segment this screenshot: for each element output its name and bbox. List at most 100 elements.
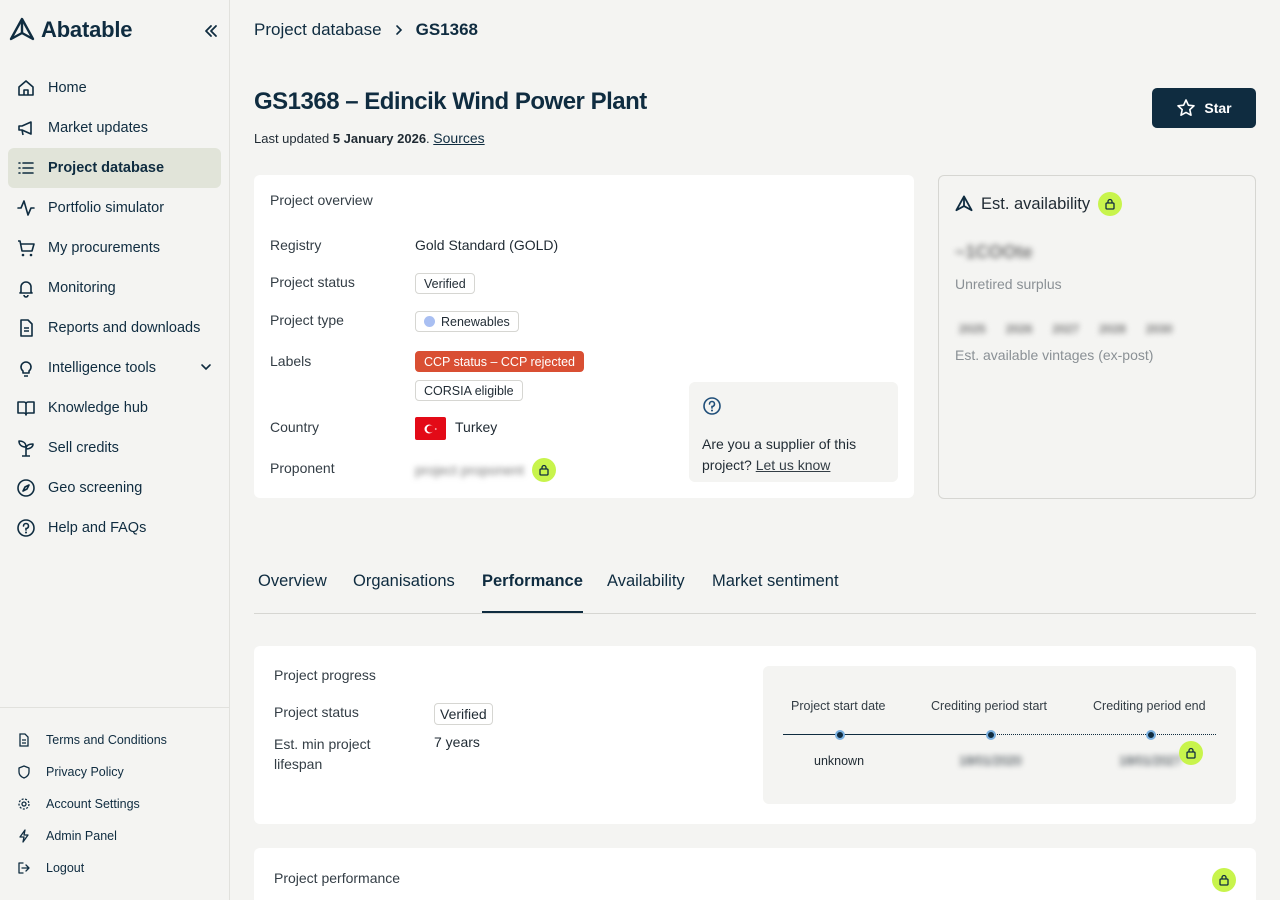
timeline-start-label: Project start date: [791, 699, 886, 713]
nav-item-monitoring[interactable]: Monitoring: [8, 268, 221, 308]
file-icon: [16, 732, 32, 748]
nav-label: My procurements: [48, 240, 161, 256]
tab-bar: Overview Organisations Performance Avail…: [254, 564, 1256, 614]
progress-status-value: Verified: [434, 703, 493, 725]
star-icon: [1176, 98, 1196, 118]
nav-item-intelligence-tools[interactable]: Intelligence tools: [8, 348, 221, 388]
vintages-label: Est. available vintages (ex-post): [955, 347, 1154, 363]
updated-date: 5 January 2026: [332, 131, 427, 146]
overview-title: Project overview: [270, 192, 373, 208]
logo-text: Abatable: [41, 17, 133, 42]
type-tag: Renewables: [415, 311, 519, 332]
book-icon: [16, 398, 36, 418]
availability-header: Est. availability: [955, 192, 1123, 216]
nav-label: Market updates: [48, 120, 148, 136]
logout-icon: [16, 860, 32, 876]
bolt-icon: [16, 828, 32, 844]
timeline-credit-start-label: Crediting period start: [931, 699, 1048, 713]
nav-label: Intelligence tools: [48, 360, 157, 376]
ccp-label: CCP status – CCP rejected: [415, 351, 584, 372]
main-nav: Home Market updates Project database Por…: [8, 68, 221, 548]
registry-label: Registry: [270, 237, 322, 253]
activity-icon: [16, 198, 36, 218]
tab-organisations[interactable]: Organisations: [353, 572, 455, 613]
page-title: GS1368 – Edincik Wind Power Plant: [254, 88, 647, 115]
nav-item-help[interactable]: Help and FAQs: [8, 508, 221, 548]
availability-title: Est. availability: [981, 194, 1091, 213]
collapse-sidebar-button[interactable]: [200, 20, 222, 42]
nav-label: Privacy Policy: [46, 765, 124, 779]
nav-label: Knowledge hub: [48, 400, 148, 416]
logo[interactable]: Abatable: [9, 17, 133, 43]
gear-icon: [16, 796, 32, 812]
sprout-icon: [16, 438, 36, 458]
timeline-credit-end-value: 18/01/2027: [1119, 754, 1182, 768]
nav-label: Monitoring: [48, 280, 116, 296]
nav-label: Admin Panel: [46, 829, 117, 843]
lock-icon[interactable]: [1098, 192, 1123, 216]
timeline-credit-start-value: 18/01/2020: [959, 754, 1022, 768]
availability-value: ~1COOte: [955, 242, 1033, 262]
timeline-line-remaining: [991, 734, 1216, 735]
sources-link[interactable]: Sources: [433, 130, 484, 146]
chevrons-left-icon: [204, 24, 218, 38]
star-button[interactable]: Star: [1152, 88, 1256, 128]
type-tag-label: Renewables: [441, 314, 510, 329]
nav-item-sell-credits[interactable]: Sell credits: [8, 428, 221, 468]
nav-label: Portfolio simulator: [48, 200, 165, 216]
compass-icon: [16, 478, 36, 498]
project-timeline: Project start date Crediting period star…: [763, 666, 1236, 804]
last-updated: Last updated 5 January 2026. Sources: [254, 130, 485, 146]
type-value: Renewables: [415, 311, 519, 332]
lifespan-label: Est. min project lifespan: [274, 736, 371, 772]
nav-item-reports[interactable]: Reports and downloads: [8, 308, 221, 348]
nav-item-logout[interactable]: Logout: [8, 852, 221, 884]
availability-value-label: Unretired surplus: [955, 276, 1062, 292]
proponent-label: Proponent: [270, 460, 335, 476]
nav-item-privacy[interactable]: Privacy Policy: [8, 756, 221, 788]
list-icon: [16, 158, 36, 178]
lock-icon[interactable]: [531, 458, 556, 482]
lock-icon[interactable]: [1179, 741, 1203, 765]
labels-label: Labels: [270, 353, 312, 369]
nav-item-portfolio-simulator[interactable]: Portfolio simulator: [8, 188, 221, 228]
nav-item-knowledge-hub[interactable]: Knowledge hub: [8, 388, 221, 428]
ccp-tag: CCP status – CCP rejected: [415, 351, 584, 372]
nav-item-terms[interactable]: Terms and Conditions: [8, 724, 221, 756]
proponent-blurred: project proponent: [415, 462, 524, 478]
timeline-node-credit-start: [986, 730, 996, 740]
nav-item-admin-panel[interactable]: Admin Panel: [8, 820, 221, 852]
updated-prefix: Last updated: [254, 131, 330, 146]
nav-item-geo-screening[interactable]: Geo screening: [8, 468, 221, 508]
tab-performance[interactable]: Performance: [482, 572, 583, 613]
country-label: Country: [270, 419, 320, 435]
tab-overview[interactable]: Overview: [258, 572, 327, 613]
lightbulb-icon: [16, 358, 36, 378]
turkey-flag-icon: [415, 417, 446, 440]
nav-item-my-procurements[interactable]: My procurements: [8, 228, 221, 268]
progress-status-label: Project status: [274, 704, 359, 720]
breadcrumb-current: GS1368: [415, 20, 478, 39]
nav-label: Geo screening: [48, 480, 143, 496]
nav-label: Reports and downloads: [48, 320, 201, 336]
tab-availability[interactable]: Availability: [607, 572, 685, 613]
nav-item-project-database[interactable]: Project database: [8, 148, 221, 188]
nav-item-home[interactable]: Home: [8, 68, 221, 108]
lock-icon[interactable]: [1212, 868, 1236, 892]
nav-item-market-updates[interactable]: Market updates: [8, 108, 221, 148]
chevron-right-icon: [394, 24, 404, 36]
nav-label: Home: [48, 80, 87, 96]
proponent-value: project proponent: [415, 458, 556, 482]
breadcrumb-parent-link[interactable]: Project database: [254, 20, 382, 40]
nav-item-account-settings[interactable]: Account Settings: [8, 788, 221, 820]
tab-market-sentiment[interactable]: Market sentiment: [712, 572, 839, 613]
megaphone-icon: [16, 118, 36, 138]
let-us-know-link[interactable]: Let us know: [756, 457, 831, 473]
timeline-node-credit-end: [1146, 730, 1156, 740]
timeline-line-elapsed: [783, 734, 991, 735]
timeline-node-start: [835, 730, 845, 740]
abatable-mark-icon: [955, 195, 973, 213]
chevron-down-icon[interactable]: [199, 360, 213, 378]
timeline-credit-end-label: Crediting period end: [1093, 699, 1206, 713]
supplier-callout: Are you a supplier of this project? Let …: [689, 382, 898, 482]
